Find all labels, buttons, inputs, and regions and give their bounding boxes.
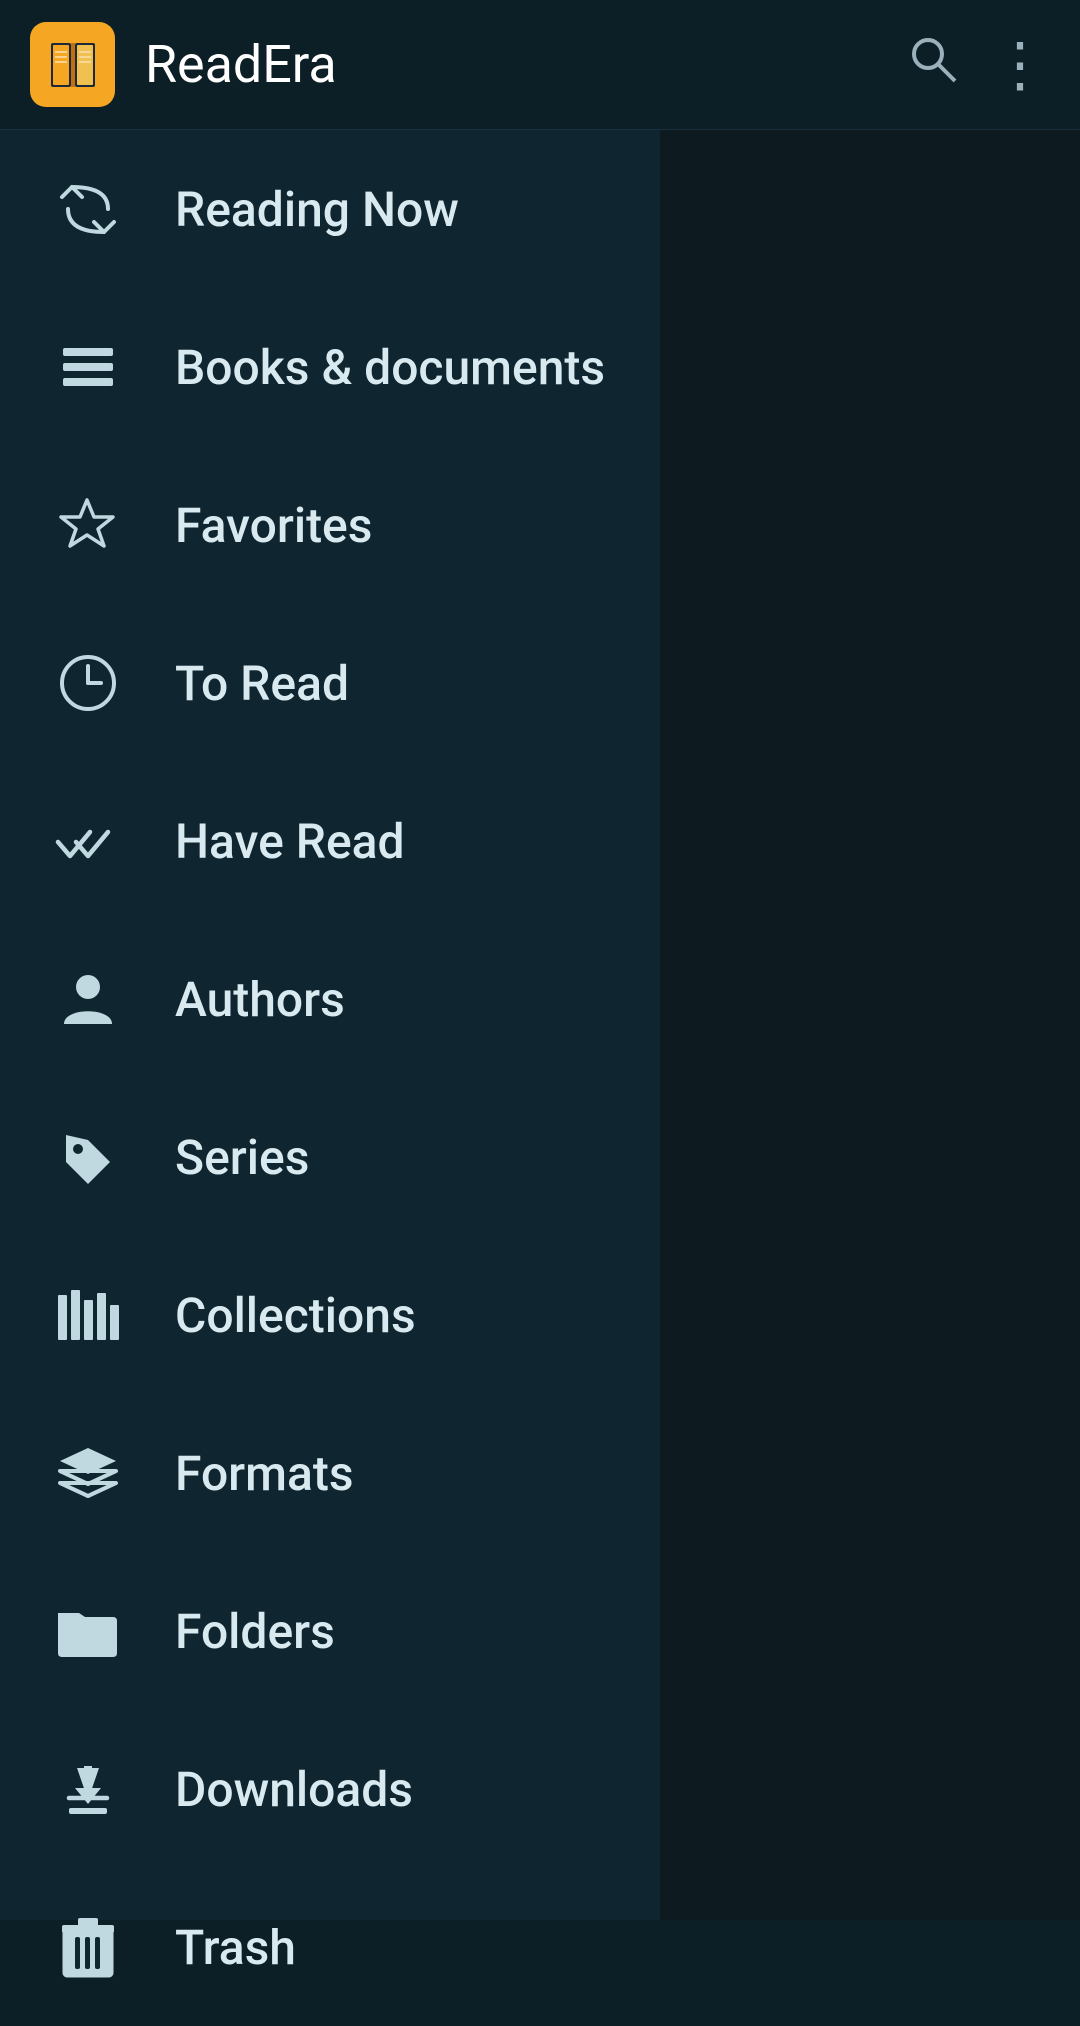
sidebar-item-authors[interactable]: Authors <box>0 920 660 1078</box>
search-icon[interactable] <box>905 31 960 99</box>
person-icon <box>50 969 125 1029</box>
app-logo <box>30 22 115 107</box>
sidebar-item-favorites-label: Favorites <box>175 497 372 554</box>
sidebar-item-formats[interactable]: Formats <box>0 1394 660 1552</box>
sidebar-item-books-documents-label: Books & documents <box>175 339 605 396</box>
sidebar-item-folders-label: Folders <box>175 1603 335 1660</box>
navigation-drawer: Reading Now Books & documents Favorites <box>0 130 660 1920</box>
app-title: ReadEra <box>145 34 875 95</box>
sidebar-item-downloads-label: Downloads <box>175 1761 413 1818</box>
top-bar: ReadEra ⋮ <box>0 0 1080 130</box>
double-check-icon <box>50 814 125 869</box>
list-icon <box>50 340 125 395</box>
clock-icon <box>50 652 125 714</box>
collections-icon <box>50 1285 125 1345</box>
repeat-icon <box>50 182 125 237</box>
sidebar-item-to-read[interactable]: To Read <box>0 604 660 762</box>
sidebar-item-formats-label: Formats <box>175 1445 354 1502</box>
top-icons: ⋮ <box>905 31 1050 99</box>
more-options-icon[interactable]: ⋮ <box>990 35 1050 95</box>
sidebar-item-series[interactable]: Series <box>0 1078 660 1236</box>
trash-icon <box>50 1915 125 1980</box>
sidebar-item-collections[interactable]: Collections <box>0 1236 660 1394</box>
sidebar-item-downloads[interactable]: Downloads <box>0 1710 660 1868</box>
star-icon <box>50 495 125 555</box>
sidebar-item-have-read[interactable]: Have Read <box>0 762 660 920</box>
sidebar-item-favorites[interactable]: Favorites <box>0 446 660 604</box>
folder-icon <box>50 1603 125 1660</box>
sidebar-item-trash[interactable]: Trash <box>0 1868 660 2026</box>
sidebar-item-trash-label: Trash <box>175 1919 296 1976</box>
sidebar-item-reading-now[interactable]: Reading Now <box>0 130 660 288</box>
tag-icon <box>50 1127 125 1187</box>
sidebar-item-reading-now-label: Reading Now <box>175 181 459 238</box>
download-icon <box>50 1758 125 1820</box>
sidebar-item-series-label: Series <box>175 1129 309 1186</box>
sidebar-item-books-documents[interactable]: Books & documents <box>0 288 660 446</box>
sidebar-item-to-read-label: To Read <box>175 655 349 712</box>
sidebar-item-collections-label: Collections <box>175 1287 416 1344</box>
layers-icon <box>50 1443 125 1503</box>
sidebar-item-folders[interactable]: Folders <box>0 1552 660 1710</box>
sidebar-item-authors-label: Authors <box>175 971 345 1028</box>
sidebar-item-have-read-label: Have Read <box>175 813 405 870</box>
